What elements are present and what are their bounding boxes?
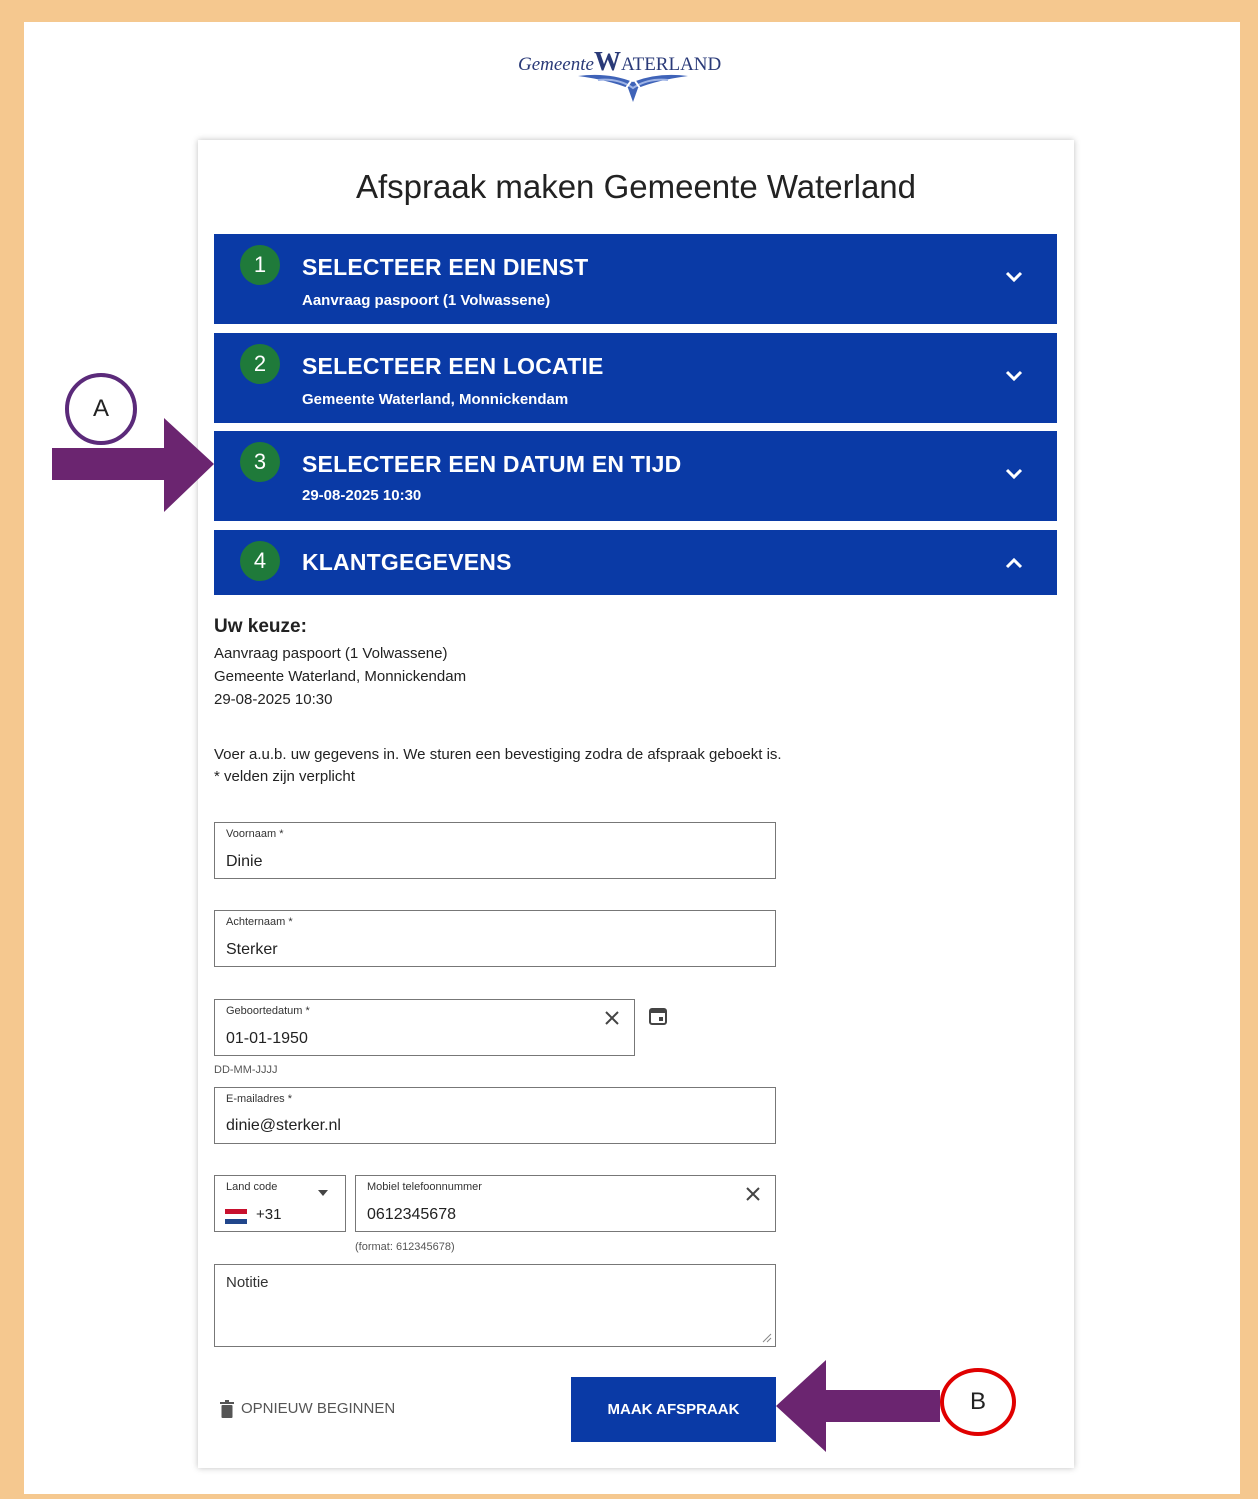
note-placeholder: Notitie <box>226 1274 269 1291</box>
step-title: SELECTEER EEN DATUM EN TIJD <box>302 451 682 477</box>
email-field[interactable]: E-mailadres * dinie@sterker.nl <box>214 1087 776 1144</box>
step-select-location[interactable]: 2 SELECTEER EEN LOCATIE Gemeente Waterla… <box>214 333 1057 423</box>
country-code-select[interactable]: Land code +31 <box>214 1175 346 1232</box>
field-value: +31 <box>256 1206 282 1223</box>
choice-date-time: 29-08-2025 10:30 <box>214 691 333 708</box>
note-textarea[interactable]: Notitie <box>214 1264 776 1347</box>
dropdown-arrow-icon[interactable] <box>317 1189 329 1197</box>
field-label: E-mailadres * <box>226 1093 293 1105</box>
step-subtitle: 29-08-2025 10:30 <box>302 487 422 504</box>
required-note: * velden zijn verplicht <box>214 768 355 785</box>
field-label: Voornaam * <box>226 828 284 840</box>
first-name-field[interactable]: Voornaam * Dinie <box>214 822 776 879</box>
trash-icon <box>220 1400 234 1418</box>
step-title: SELECTEER EEN DIENST <box>302 254 589 280</box>
field-value[interactable]: dinie@sterker.nl <box>226 1117 341 1135</box>
calendar-icon[interactable] <box>648 1006 668 1026</box>
step-customer-details[interactable]: 4 KLANTGEGEVENS <box>214 530 1057 595</box>
step-subtitle: Gemeente Waterland, Monnickendam <box>302 391 569 408</box>
field-value[interactable]: Dinie <box>226 853 262 871</box>
phone-field[interactable]: Mobiel telefoonnummer 0612345678 <box>355 1175 776 1232</box>
reset-label: OPNIEUW BEGINNEN <box>241 1400 396 1417</box>
birth-date-hint: DD-MM-JJJJ <box>214 1064 278 1076</box>
annotation-arrow-b-icon <box>776 1360 940 1452</box>
gemeente-waterland-logo: GemeenteWATERLAND <box>518 42 758 104</box>
chevron-down-icon[interactable] <box>1003 266 1025 288</box>
annotation-marker-b: B <box>940 1368 1016 1436</box>
logo-emblem-icon <box>578 74 688 102</box>
field-label: Achternaam * <box>226 916 293 928</box>
chevron-down-icon[interactable] <box>1003 463 1025 485</box>
page-title: Afspraak maken Gemeente Waterland <box>355 168 917 205</box>
netherlands-flag-icon <box>225 1209 247 1224</box>
choice-service: Aanvraag paspoort (1 Volwassene) <box>214 645 448 662</box>
annotation-arrow-a-icon <box>52 418 214 512</box>
choice-location: Gemeente Waterland, Monnickendam <box>214 668 467 685</box>
last-name-field[interactable]: Achternaam * Sterker <box>214 910 776 967</box>
field-label: Mobiel telefoonnummer <box>367 1181 482 1193</box>
clear-icon[interactable] <box>604 1010 620 1026</box>
chevron-up-icon[interactable] <box>1003 552 1025 574</box>
step-number-badge: 2 <box>240 344 280 384</box>
field-value[interactable]: 0612345678 <box>367 1206 456 1224</box>
field-label: Geboortedatum * <box>226 1005 310 1017</box>
step-number-badge: 4 <box>240 541 280 581</box>
clear-icon[interactable] <box>745 1186 761 1202</box>
choice-heading: Uw keuze: <box>214 616 307 637</box>
field-value[interactable]: Sterker <box>226 941 278 959</box>
intro-text: Voer a.u.b. uw gegevens in. We sturen ee… <box>214 746 782 763</box>
step-select-service[interactable]: 1 SELECTEER EEN DIENST Aanvraag paspoort… <box>214 234 1057 324</box>
step-number-badge: 1 <box>240 245 280 285</box>
field-label: Land code <box>226 1181 278 1193</box>
phone-hint: (format: 612345678) <box>355 1241 455 1253</box>
birth-date-field[interactable]: Geboortedatum * 01-01-1950 <box>214 999 635 1056</box>
resize-handle-icon[interactable] <box>762 1333 772 1343</box>
step-title: SELECTEER EEN LOCATIE <box>302 353 604 379</box>
field-value[interactable]: 01-01-1950 <box>226 1030 308 1048</box>
submit-appointment-button[interactable]: MAAK AFSPRAAK <box>571 1377 776 1442</box>
appointment-card: Afspraak maken Gemeente Waterland 1 SELE… <box>198 140 1074 1468</box>
step-title: KLANTGEGEVENS <box>302 549 512 575</box>
step-subtitle: Aanvraag paspoort (1 Volwassene) <box>302 292 551 309</box>
step-select-date-time[interactable]: 3 SELECTEER EEN DATUM EN TIJD 29-08-2025… <box>214 431 1057 521</box>
chevron-down-icon[interactable] <box>1003 365 1025 387</box>
step-number-badge: 3 <box>240 442 280 482</box>
